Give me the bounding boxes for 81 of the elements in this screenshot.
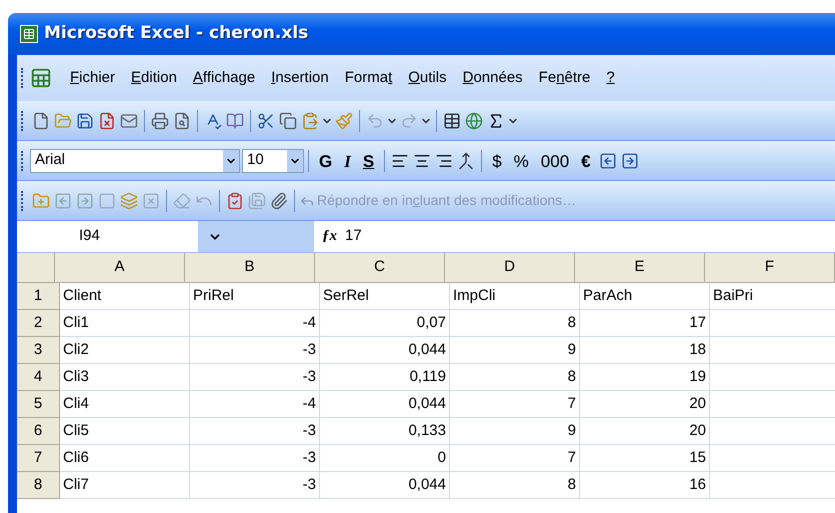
table-cell: Cli5	[60, 418, 190, 445]
reply-label: Répondre en incluant des modifications…	[317, 191, 576, 210]
row-header[interactable]: 2	[17, 310, 60, 337]
table-cell: 20	[580, 391, 710, 418]
row-header[interactable]: 6	[17, 418, 60, 445]
window-title: Microsoft Excel - cheron.xls	[44, 22, 308, 46]
table-cell: 8	[450, 472, 580, 499]
table-cell: Cli7	[60, 472, 190, 499]
name-box[interactable]: I94	[17, 221, 198, 252]
table-cell: Cli6	[60, 445, 190, 472]
format-button[interactable]: %	[508, 148, 535, 172]
format-button[interactable]: I	[338, 148, 357, 172]
column-header[interactable]: A	[55, 253, 185, 283]
menu-item[interactable]: Données	[454, 66, 531, 90]
table-cell: 8	[450, 364, 580, 391]
table-cell: Cli4	[60, 391, 190, 418]
column-header[interactable]: E	[575, 253, 705, 283]
table-cell: 0,07	[320, 310, 450, 337]
table-cell: ImpCli	[450, 283, 580, 310]
table-cell: 20	[580, 418, 710, 445]
table-cell: 16	[580, 472, 710, 499]
dropdown-icon[interactable]	[287, 150, 303, 172]
format-button[interactable]: G	[313, 148, 338, 172]
function-button[interactable]: ƒx	[322, 225, 337, 248]
row-header[interactable]: 1	[17, 283, 60, 310]
table-cell: 7	[450, 391, 580, 418]
row-header[interactable]: 7	[17, 445, 60, 472]
table-cell: 15	[580, 445, 710, 472]
dropdown-icon[interactable]	[223, 150, 239, 172]
format-button[interactable]: 000	[534, 148, 576, 172]
row-header[interactable]: 8	[17, 472, 60, 499]
table-cell: ParAch	[580, 283, 710, 310]
table-cell: 19	[580, 364, 710, 391]
table-cell: 0,119	[320, 364, 450, 391]
table-cell: 0,044	[320, 472, 450, 499]
menu-item[interactable]: ?	[598, 66, 623, 90]
table-cell: PriRel	[190, 283, 320, 310]
table-cell: -3	[190, 445, 320, 472]
column-header[interactable]: D	[445, 253, 575, 283]
table-cell: 18	[580, 337, 710, 364]
table-cell: 0,044	[320, 391, 450, 418]
table-cell: -4	[190, 310, 320, 337]
table-cell: 8	[450, 310, 580, 337]
menu-item[interactable]: Fichier	[62, 66, 124, 90]
table-cell: 17	[580, 310, 710, 337]
size-field[interactable]: 10	[242, 148, 304, 172]
menu-item[interactable]: Outils	[400, 66, 455, 90]
row-header[interactable]: 3	[17, 337, 60, 364]
table-cell: 7	[450, 445, 580, 472]
table-cell: SerRel	[320, 283, 450, 310]
table-cell: 9	[450, 418, 580, 445]
format-button[interactable]: S	[356, 148, 380, 172]
column-header[interactable]: C	[315, 253, 445, 283]
menu-item[interactable]: Edition	[123, 66, 185, 90]
table-cell: 0,133	[320, 418, 450, 445]
table-cell: 0,044	[320, 337, 450, 364]
table-cell: -3	[190, 418, 320, 445]
menu-item[interactable]: Affichage	[184, 66, 264, 90]
table-cell: 0	[320, 445, 450, 472]
table-cell: BaiPri	[710, 283, 835, 310]
table-cell: 9	[450, 337, 580, 364]
table-cell: -3	[190, 472, 320, 499]
formula-field[interactable]: 17	[345, 221, 835, 252]
row-header[interactable]: 4	[17, 364, 60, 391]
table-cell: Client	[60, 283, 190, 310]
row-header[interactable]: 5	[17, 391, 60, 418]
table-cell: -3	[190, 337, 320, 364]
table-cell: Cli1	[60, 310, 190, 337]
format-button[interactable]: $	[486, 148, 508, 172]
table-cell: Cli2	[60, 337, 190, 364]
table-cell: Cli3	[60, 364, 190, 391]
table-cell: -4	[190, 391, 320, 418]
table-cell: -3	[190, 364, 320, 391]
format-button[interactable]: €	[575, 148, 597, 172]
column-header[interactable]: F	[705, 253, 835, 283]
menu-item[interactable]: Format	[336, 66, 400, 90]
menu-item[interactable]: Fenêtre	[530, 66, 598, 90]
font-field[interactable]: Arial	[30, 148, 240, 172]
column-header[interactable]: B	[185, 253, 315, 283]
excel-icon	[20, 25, 38, 43]
menu-item[interactable]: Insertion	[263, 66, 337, 90]
